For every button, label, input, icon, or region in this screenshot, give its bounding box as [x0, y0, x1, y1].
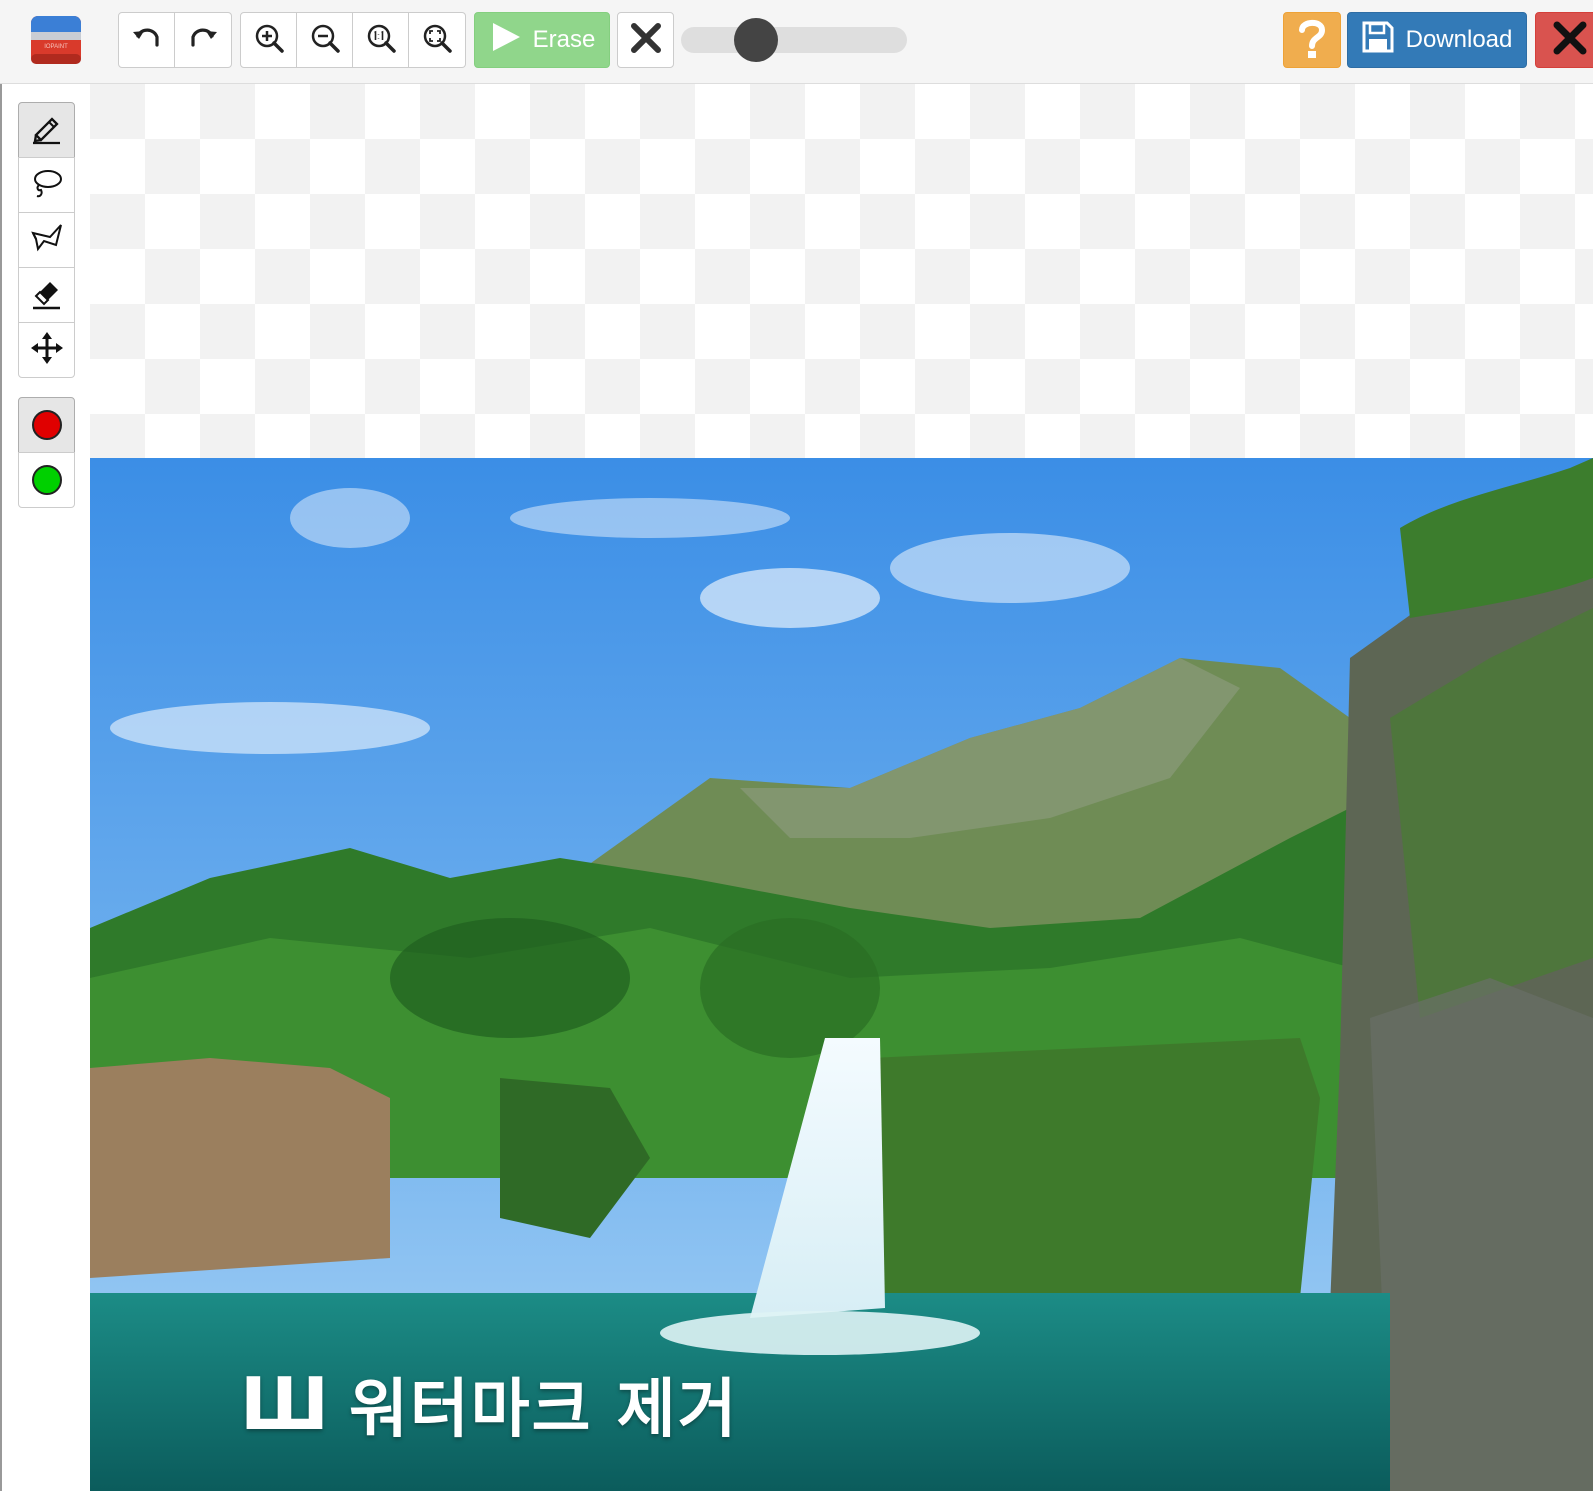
green-marker-button[interactable] [18, 452, 75, 508]
x-icon [629, 21, 663, 60]
red-marker-icon [31, 410, 62, 440]
slider-thumb[interactable] [733, 18, 778, 62]
eraser-tool-button[interactable] [18, 267, 75, 323]
watermark-logo: Ш [240, 1362, 331, 1446]
lasso-icon [30, 166, 64, 205]
download-label: Download [1405, 26, 1513, 53]
floppy-disk-icon [1362, 21, 1394, 60]
toolbar: IOPAINT Erase Download [0, 0, 1593, 84]
zoom-out-button[interactable] [297, 12, 353, 68]
app-logo[interactable]: IOPAINT [30, 14, 82, 66]
brush-size-slider[interactable] [681, 18, 907, 62]
zoom-fit-icon [420, 21, 454, 60]
tool-sidebar [0, 84, 90, 1491]
svg-text:IOPAINT: IOPAINT [44, 44, 68, 50]
eraser-icon [30, 276, 64, 315]
zoom-actual-size-icon [364, 21, 398, 60]
zoom-actual-size-button[interactable] [353, 12, 409, 68]
redo-icon [186, 21, 220, 60]
redo-button[interactable] [175, 12, 232, 68]
help-button[interactable] [1283, 12, 1341, 68]
close-button[interactable] [1535, 12, 1593, 68]
play-icon [489, 20, 523, 61]
move-tool-button[interactable] [18, 322, 75, 378]
close-icon [1552, 20, 1588, 61]
move-icon [30, 331, 64, 370]
download-button[interactable]: Download [1347, 12, 1527, 68]
question-icon [1292, 16, 1332, 65]
zoom-in-icon [252, 21, 286, 60]
zoom-in-button[interactable] [240, 12, 297, 68]
undo-button[interactable] [118, 12, 175, 68]
lasso-tool-button[interactable] [18, 157, 75, 213]
editor-canvas[interactable]: Ш 워터마크 제거 [90, 84, 1593, 1491]
watermark-text: Ш 워터마크 제거 [240, 1358, 739, 1450]
zoom-fit-button[interactable] [409, 12, 466, 68]
clear-mask-button[interactable] [617, 12, 674, 68]
green-marker-icon [31, 465, 62, 495]
waterfall-photo[interactable]: Ш 워터마크 제거 [90, 458, 1593, 1491]
watermark-label: 워터마크 제거 [348, 1373, 739, 1447]
landscape-image [90, 458, 1593, 1491]
marker-tool-button[interactable] [18, 102, 75, 158]
pencil-icon [30, 111, 64, 150]
polygon-lasso-tool-button[interactable] [18, 212, 75, 268]
undo-icon [130, 21, 164, 60]
erase-button[interactable]: Erase [474, 12, 610, 68]
red-marker-button[interactable] [18, 397, 75, 453]
erase-label: Erase [532, 26, 596, 53]
polygon-lasso-icon [30, 221, 64, 260]
zoom-out-icon [308, 21, 342, 60]
